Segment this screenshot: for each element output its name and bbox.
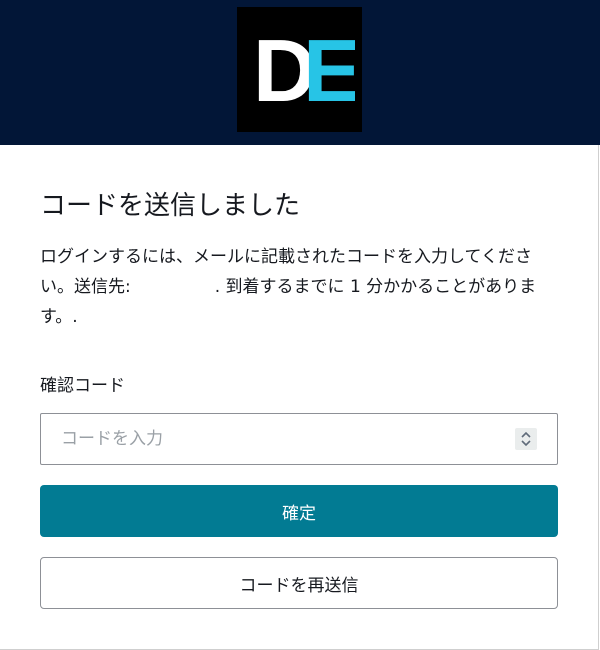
- logo-icon: D E: [253, 25, 355, 115]
- code-input[interactable]: [41, 414, 511, 464]
- code-input-container: [40, 413, 558, 465]
- verification-card: コードを送信しました ログインするには、メールに記載されたコードを入力してくださ…: [0, 145, 599, 650]
- instruction-message: ログインするには、メールに記載されたコードを入力してください。送信先:. 到着す…: [40, 242, 560, 332]
- resend-code-button[interactable]: コードを再送信: [40, 557, 558, 609]
- svg-text:E: E: [303, 25, 355, 115]
- code-field-label: 確認コード: [40, 376, 125, 396]
- login-page: D E コードを送信しました ログインするには、メールに記載されたコードを入力し…: [0, 0, 600, 650]
- page-title: コードを送信しました: [40, 191, 301, 221]
- header-banner: D E: [0, 0, 600, 145]
- stepper-icon[interactable]: [515, 428, 537, 450]
- confirm-button[interactable]: 確定: [40, 485, 558, 537]
- brand-logo: D E: [237, 7, 362, 132]
